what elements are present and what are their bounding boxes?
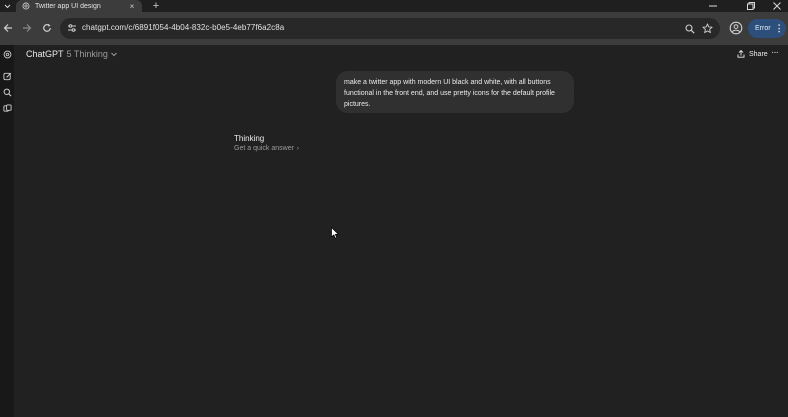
window-close-icon[interactable]: [762, 0, 788, 12]
model-name: 5 Thinking: [66, 49, 108, 59]
share-button[interactable]: Share: [737, 48, 768, 60]
quick-answer-link[interactable]: Get a quick answer ›: [234, 145, 299, 152]
sidebar-rail: [0, 45, 14, 417]
new-chat-icon[interactable]: [2, 71, 12, 81]
app-name: ChatGPT: [26, 49, 64, 59]
profile-error-button[interactable]: Error ⋮: [748, 19, 786, 38]
tab-close-icon[interactable]: ×: [128, 2, 136, 11]
back-arrow-icon[interactable]: [0, 20, 16, 36]
chatgpt-logo-icon: [22, 2, 30, 10]
tab-title: Twitter app UI design: [35, 2, 101, 10]
bookmark-star-icon[interactable]: [701, 22, 714, 35]
browser-tab-strip: Twitter app UI design × +: [0, 0, 788, 12]
share-label: Share: [749, 50, 768, 58]
quick-answer-label: Get a quick answer: [234, 145, 294, 152]
user-message-bubble: make a twitter app with modern UI black …: [336, 71, 574, 113]
zoom-search-icon[interactable]: [683, 22, 696, 35]
minimize-icon[interactable]: [698, 0, 728, 12]
share-icon: [737, 50, 745, 58]
address-bar[interactable]: chatgpt.com/c/6891f054-4b04-832c-b0e5-4e…: [60, 18, 720, 39]
model-selector[interactable]: ChatGPT 5 Thinking: [26, 48, 118, 60]
new-tab-button[interactable]: +: [150, 0, 162, 12]
reload-icon[interactable]: [39, 20, 55, 36]
url-text: chatgpt.com/c/6891f054-4b04-832c-b0e5-4e…: [82, 23, 285, 32]
mouse-cursor-icon: [331, 227, 339, 239]
openai-logo-icon[interactable]: [2, 49, 12, 59]
site-info-icon[interactable]: [66, 22, 78, 34]
browser-tab[interactable]: Twitter app UI design ×: [16, 0, 142, 12]
chevron-down-icon: [111, 52, 117, 57]
more-options-icon[interactable]: ···: [771, 47, 779, 58]
browser-menu-icon[interactable]: ⋮: [775, 24, 784, 33]
profile-avatar-icon[interactable]: [729, 21, 743, 35]
error-label: Error: [755, 25, 771, 32]
thinking-status: Thinking: [234, 134, 265, 143]
forward-arrow-icon[interactable]: [19, 20, 35, 36]
browser-toolbar: chatgpt.com/c/6891f054-4b04-832c-b0e5-4e…: [0, 12, 788, 45]
library-icon[interactable]: [2, 103, 12, 113]
chevron-right-icon: ›: [296, 145, 299, 152]
tab-search-chevron-icon[interactable]: [0, 0, 14, 12]
search-icon[interactable]: [2, 87, 12, 97]
